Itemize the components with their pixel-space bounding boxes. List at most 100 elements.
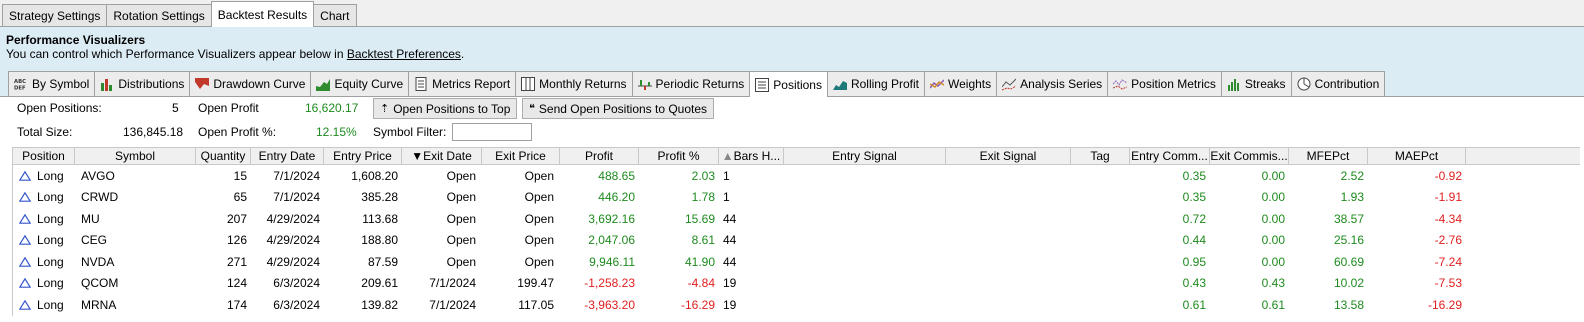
- column-header-label: MAEPct: [1394, 149, 1439, 163]
- cell-profit: 9,946.11: [589, 254, 635, 269]
- cell-quantity: 174: [226, 297, 247, 312]
- subtitle-text: You can control which Performance Visual…: [6, 47, 347, 61]
- tab-positions[interactable]: Positions: [749, 71, 828, 97]
- open-profit-value: 16,620.17: [305, 101, 359, 115]
- tab-label: Position Metrics: [1131, 77, 1216, 91]
- cell-mfe-pct: 1.93: [1340, 190, 1364, 205]
- cell-mfe-pct: 25.16: [1333, 233, 1364, 248]
- cell-entry-date: 4/29/2024: [266, 254, 320, 269]
- column-header-symbol[interactable]: Symbol: [75, 148, 196, 164]
- tab-contribution[interactable]: Contribution: [1290, 71, 1386, 96]
- column-header-exit-date[interactable]: ▼ Exit Date: [402, 148, 482, 164]
- cell-mfe-pct: 10.02: [1333, 276, 1364, 291]
- svg-text:ABC: ABC: [14, 79, 26, 85]
- column-header-mae-pct[interactable]: MAEPct: [1368, 148, 1466, 164]
- tab-streaks[interactable]: Streaks: [1220, 71, 1292, 96]
- table-row[interactable]: Long MU 207 4/29/2024 113.68 Open Open 3,692.16…: [13, 208, 1580, 230]
- button-label: Send Open Positions to Quotes: [538, 101, 708, 116]
- cell-exit-commission: 0.00: [1261, 168, 1285, 183]
- tab-label: Distributions: [118, 77, 185, 91]
- tab-chart[interactable]: Chart: [313, 4, 357, 26]
- column-header-entry-date[interactable]: Entry Date: [251, 148, 324, 164]
- table-row[interactable]: Long AVGO 15 7/1/2024 1,608.20 Open Open 488.65…: [13, 165, 1580, 187]
- cell-exit-price: Open: [524, 254, 554, 269]
- cell-entry-date: 4/29/2024: [266, 211, 320, 226]
- cell-exit-commission: 0.00: [1261, 233, 1285, 248]
- cell-profit: 2,047.06: [588, 233, 635, 248]
- column-header-profit[interactable]: Profit: [560, 148, 639, 164]
- tab-label: Equity Curve: [334, 77, 404, 91]
- cell-exit-price: Open: [524, 168, 554, 183]
- tab-label: By Symbol: [32, 77, 90, 91]
- table-row[interactable]: Long CRWD 65 7/1/2024 385.28 Open Open 446.20 1.…: [13, 187, 1580, 209]
- periodic-returns-icon: [637, 77, 652, 91]
- column-header-label: Exit Signal: [979, 149, 1037, 163]
- tab-rolling-profit[interactable]: Rolling Profit: [826, 71, 925, 96]
- tab-weights[interactable]: Weights: [924, 71, 998, 96]
- table-row[interactable]: Long CEG 126 4/29/2024 188.80 Open Open 2,047.0…: [13, 230, 1580, 252]
- backtest-preferences-link[interactable]: Backtest Preferences: [347, 47, 461, 61]
- cell-mae-pct: -0.92: [1434, 168, 1462, 183]
- cell-entry-price: 139.82: [361, 297, 398, 312]
- table-row[interactable]: Long MRNA 174 6/3/2024 139.82 7/1/2024 117.05 -…: [13, 294, 1580, 316]
- tab-rotation-settings[interactable]: Rotation Settings: [106, 4, 212, 26]
- tab-monthly-returns[interactable]: Monthly Returns: [515, 71, 633, 96]
- tab-backtest-results[interactable]: Backtest Results: [210, 1, 315, 27]
- tab-metrics-report[interactable]: Metrics Report: [408, 71, 517, 96]
- column-header-label: Profit: [584, 149, 613, 163]
- cell-position: Long: [13, 169, 75, 183]
- column-header-exit-commission[interactable]: Exit Commis...: [1210, 148, 1289, 164]
- cell-position: Long: [13, 298, 75, 312]
- cell-entry-price: 1,608.20: [351, 168, 398, 183]
- cell-entry-commission: 0.35: [1182, 168, 1206, 183]
- cell-mfe-pct: 60.69: [1333, 254, 1364, 269]
- cell-profit: 488.65: [598, 168, 635, 183]
- cell-exit-commission: 0.00: [1261, 190, 1285, 205]
- cell-profit-pct: 15.69: [684, 211, 715, 226]
- tab-by-symbol[interactable]: ABC DEF By Symbol: [8, 71, 96, 96]
- cell-entry-date: 7/1/2024: [273, 168, 320, 183]
- column-header-mfe-pct[interactable]: MFEPct: [1289, 148, 1368, 164]
- tab-strategy-settings[interactable]: Strategy Settings: [2, 4, 108, 26]
- column-header-entry-commission[interactable]: Entry Comm...: [1130, 148, 1210, 164]
- open-positions-to-top-button[interactable]: ⇡ Open Positions to Top: [373, 98, 518, 119]
- cell-bars-held: 1: [723, 168, 730, 183]
- tab-equity-curve[interactable]: Equity Curve: [310, 71, 410, 96]
- tab-distributions[interactable]: Distributions: [94, 71, 191, 96]
- column-header-label: MFEPct: [1306, 149, 1350, 163]
- visualizer-tab-strip: ABC DEF By Symbol Distributions Drawdown …: [0, 64, 1584, 97]
- cell-bars-held: 44: [723, 254, 737, 269]
- cell-exit-date: Open: [446, 254, 476, 269]
- column-header-entry-price[interactable]: Entry Price: [324, 148, 402, 164]
- bar-chart-icon: [100, 77, 114, 91]
- tab-analysis-series[interactable]: Analysis Series: [996, 71, 1109, 96]
- column-header-tag[interactable]: Tag: [1071, 148, 1130, 164]
- cell-profit-pct: 41.90: [684, 254, 715, 269]
- tab-position-metrics[interactable]: Position Metrics: [1107, 71, 1222, 96]
- column-header-entry-signal[interactable]: Entry Signal: [784, 148, 946, 164]
- tab-periodic-returns[interactable]: Periodic Returns: [631, 71, 751, 96]
- column-header-label: Profit %: [657, 149, 700, 163]
- column-header-quantity[interactable]: Quantity: [196, 148, 251, 164]
- cell-entry-commission: 0.72: [1182, 211, 1206, 226]
- column-header-profit-pct[interactable]: Profit %: [639, 148, 719, 164]
- table-row[interactable]: Long NVDA 271 4/29/2024 87.59 Open Open 9,946.1…: [13, 251, 1580, 273]
- column-header-position[interactable]: Position: [13, 148, 75, 164]
- open-positions-label: Open Positions:: [17, 101, 102, 115]
- column-header-exit-price[interactable]: Exit Price: [482, 148, 560, 164]
- cell-entry-commission: 0.95: [1182, 254, 1206, 269]
- column-header-bars-held[interactable]: ▲ Bars H...: [719, 148, 784, 164]
- tab-drawdown-curve[interactable]: Drawdown Curve: [189, 71, 312, 96]
- cell-mfe-pct: 2.52: [1340, 168, 1364, 183]
- cell-exit-date: Open: [446, 211, 476, 226]
- column-header-exit-signal[interactable]: Exit Signal: [946, 148, 1071, 164]
- cell-quantity: 65: [233, 190, 247, 205]
- cell-symbol: CRWD: [81, 190, 119, 205]
- long-position-icon: [19, 192, 31, 203]
- symbol-filter-input[interactable]: [452, 123, 532, 141]
- table-row[interactable]: Long QCOM 124 6/3/2024 209.61 7/1/2024 199.47 -…: [13, 273, 1580, 295]
- cell-mfe-pct: 13.58: [1333, 297, 1364, 312]
- positions-panel: Open Positions: 5 Open Profit 16,620.17 …: [0, 97, 1584, 321]
- cell-quantity: 271: [226, 254, 247, 269]
- send-to-quotes-button[interactable]: ❝ Send Open Positions to Quotes: [522, 98, 715, 119]
